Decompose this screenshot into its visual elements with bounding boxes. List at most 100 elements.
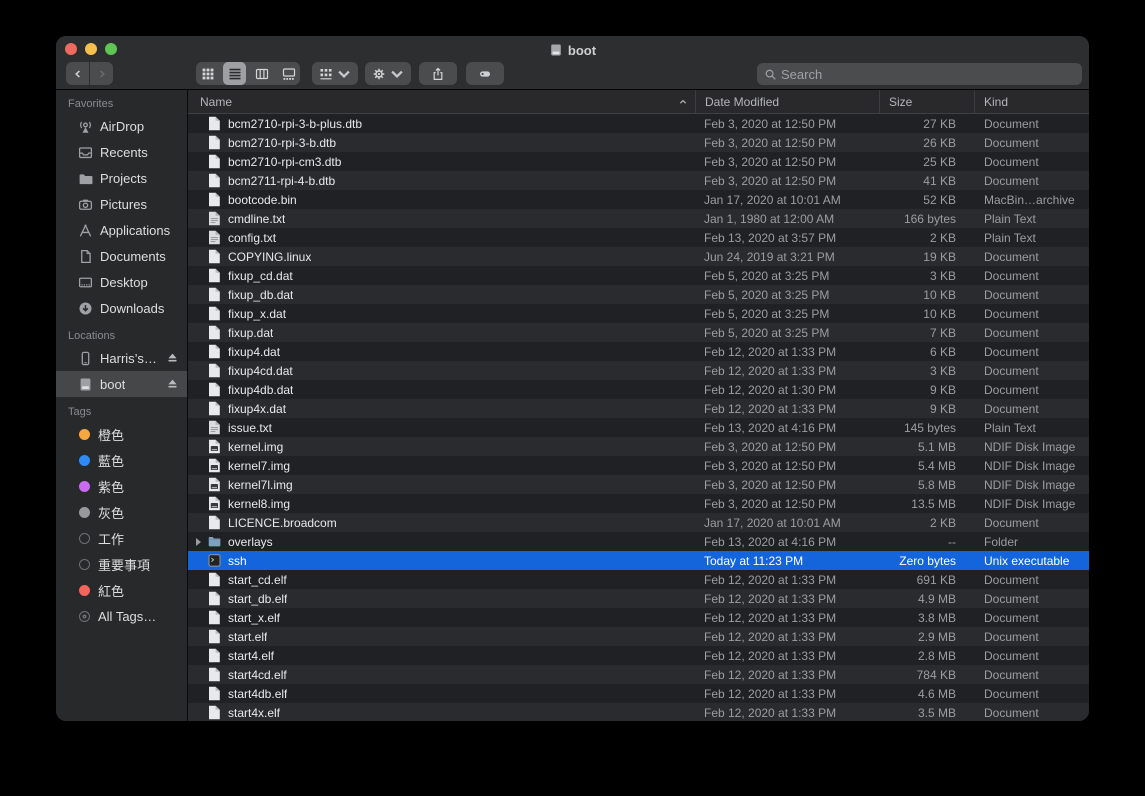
- sidebar-item-tag-orange[interactable]: 橙色: [56, 421, 187, 447]
- column-header-date[interactable]: Date Modified: [695, 90, 879, 113]
- minimize-window-button[interactable]: [85, 43, 97, 55]
- table-row[interactable]: bcm2710-rpi-cm3.dtbFeb 3, 2020 at 12:50 …: [188, 152, 1089, 171]
- table-row[interactable]: fixup_db.datFeb 5, 2020 at 3:25 PM10 KBD…: [188, 285, 1089, 304]
- date-modified-cell: Feb 12, 2020 at 1:33 PM: [695, 706, 879, 720]
- table-row[interactable]: start4x.elfFeb 12, 2020 at 1:33 PM3.5 MB…: [188, 703, 1089, 721]
- sidebar-item-airdrop[interactable]: AirDrop: [56, 113, 187, 139]
- sidebar-item-tag-gray[interactable]: 灰色: [56, 499, 187, 525]
- table-row[interactable]: fixup4db.datFeb 12, 2020 at 1:30 PM9 KBD…: [188, 380, 1089, 399]
- column-view-button[interactable]: [250, 62, 273, 85]
- table-row[interactable]: overlaysFeb 13, 2020 at 4:16 PM--Folder: [188, 532, 1089, 551]
- close-window-button[interactable]: [65, 43, 77, 55]
- table-row[interactable]: cmdline.txtJan 1, 1980 at 12:00 AM166 by…: [188, 209, 1089, 228]
- sidebar-item-tag-important[interactable]: 重要事項: [56, 551, 187, 577]
- forward-button[interactable]: [90, 62, 113, 85]
- table-row[interactable]: config.txtFeb 13, 2020 at 3:57 PM2 KBPla…: [188, 228, 1089, 247]
- table-row[interactable]: kernel.imgFeb 3, 2020 at 12:50 PM5.1 MBN…: [188, 437, 1089, 456]
- document-icon: [208, 591, 221, 606]
- sidebar-item-pictures[interactable]: Pictures: [56, 191, 187, 217]
- table-row[interactable]: start4db.elfFeb 12, 2020 at 1:33 PM4.6 M…: [188, 684, 1089, 703]
- table-row[interactable]: kernel7l.imgFeb 3, 2020 at 12:50 PM5.8 M…: [188, 475, 1089, 494]
- kind-cell: Plain Text: [974, 231, 1089, 245]
- icon-view-button[interactable]: [196, 62, 219, 85]
- kind-cell: Document: [974, 706, 1089, 720]
- toolbar: [56, 62, 1089, 86]
- table-row[interactable]: start4.elfFeb 12, 2020 at 1:33 PM2.8 MBD…: [188, 646, 1089, 665]
- table-row[interactable]: start_x.elfFeb 12, 2020 at 1:33 PM3.8 MB…: [188, 608, 1089, 627]
- table-row[interactable]: kernel7.imgFeb 3, 2020 at 12:50 PM5.4 MB…: [188, 456, 1089, 475]
- share-button[interactable]: [419, 62, 457, 85]
- table-row[interactable]: start_db.elfFeb 12, 2020 at 1:33 PM4.9 M…: [188, 589, 1089, 608]
- sidebar-item-tag-red[interactable]: 紅色: [56, 577, 187, 603]
- search-input[interactable]: [781, 67, 1075, 82]
- tags-button[interactable]: [466, 62, 504, 85]
- table-row[interactable]: fixup4.datFeb 12, 2020 at 1:33 PM6 KBDoc…: [188, 342, 1089, 361]
- sidebar-item-harriss-iphone[interactable]: Harris’s…: [56, 345, 187, 371]
- column-header-name[interactable]: Name: [188, 90, 695, 113]
- sidebar-item-downloads[interactable]: Downloads: [56, 295, 187, 321]
- column-header-kind[interactable]: Kind: [974, 90, 1089, 113]
- file-name: start4cd.elf: [228, 668, 287, 682]
- table-row[interactable]: start_cd.elfFeb 12, 2020 at 1:33 PM691 K…: [188, 570, 1089, 589]
- sidebar-item-documents[interactable]: Documents: [56, 243, 187, 269]
- date-modified-cell: Feb 13, 2020 at 4:16 PM: [695, 421, 879, 435]
- list-view-button[interactable]: [223, 62, 246, 85]
- back-button[interactable]: [66, 62, 89, 85]
- table-row[interactable]: issue.txtFeb 13, 2020 at 4:16 PM145 byte…: [188, 418, 1089, 437]
- name-cell: fixup.dat: [188, 323, 695, 342]
- sidebar-item-recents[interactable]: Recents: [56, 139, 187, 165]
- table-row[interactable]: COPYING.linuxJun 24, 2019 at 3:21 PM19 K…: [188, 247, 1089, 266]
- sidebar-item-boot-volume[interactable]: boot: [56, 371, 187, 397]
- zoom-window-button[interactable]: [105, 43, 117, 55]
- action-button[interactable]: [365, 62, 411, 85]
- size-cell: 145 bytes: [879, 421, 974, 435]
- kind-cell: Document: [974, 269, 1089, 283]
- list-header: Name Date Modified Size Kind: [188, 90, 1089, 114]
- sidebar-item-applications[interactable]: Applications: [56, 217, 187, 243]
- size-cell: 784 KB: [879, 668, 974, 682]
- kind-cell: Document: [974, 592, 1089, 606]
- sidebar-item-desktop[interactable]: Desktop: [56, 269, 187, 295]
- table-row[interactable]: kernel8.imgFeb 3, 2020 at 12:50 PM13.5 M…: [188, 494, 1089, 513]
- sidebar-item-tag-purple[interactable]: 紫色: [56, 473, 187, 499]
- sidebar-item-label: AirDrop: [100, 119, 144, 134]
- table-row[interactable]: bcm2710-rpi-3-b.dtbFeb 3, 2020 at 12:50 …: [188, 133, 1089, 152]
- eject-icon[interactable]: [166, 377, 179, 390]
- table-row[interactable]: bootcode.binJan 17, 2020 at 10:01 AM52 K…: [188, 190, 1089, 209]
- disclosure-triangle-icon[interactable]: [196, 538, 208, 546]
- gallery-view-button[interactable]: [277, 62, 300, 85]
- size-cell: 9 KB: [879, 402, 974, 416]
- date-modified-cell: Feb 12, 2020 at 1:33 PM: [695, 592, 879, 606]
- table-row[interactable]: sshToday at 11:23 PMZero bytesUnix execu…: [188, 551, 1089, 570]
- table-row[interactable]: LICENCE.broadcomJan 17, 2020 at 10:01 AM…: [188, 513, 1089, 532]
- sidebar-item-tag-work[interactable]: 工作: [56, 525, 187, 551]
- column-header-size[interactable]: Size: [879, 90, 974, 113]
- sidebar-item-all-tags[interactable]: All Tags…: [56, 603, 187, 629]
- table-row[interactable]: start4cd.elfFeb 12, 2020 at 1:33 PM784 K…: [188, 665, 1089, 684]
- group-button[interactable]: [312, 62, 358, 85]
- document-icon: [208, 325, 221, 340]
- file-name: bcm2710-rpi-cm3.dtb: [228, 155, 341, 169]
- table-row[interactable]: bcm2711-rpi-4-b.dtbFeb 3, 2020 at 12:50 …: [188, 171, 1089, 190]
- eject-icon[interactable]: [166, 351, 179, 364]
- file-rows: bcm2710-rpi-3-b-plus.dtbFeb 3, 2020 at 1…: [188, 114, 1089, 721]
- file-name: start4db.elf: [228, 687, 287, 701]
- sidebar-item-label: 紫色: [98, 477, 124, 496]
- date-modified-cell: Jun 24, 2019 at 3:21 PM: [695, 250, 879, 264]
- table-row[interactable]: fixup4cd.datFeb 12, 2020 at 1:33 PM3 KBD…: [188, 361, 1089, 380]
- date-modified-cell: Feb 12, 2020 at 1:33 PM: [695, 630, 879, 644]
- table-row[interactable]: bcm2710-rpi-3-b-plus.dtbFeb 3, 2020 at 1…: [188, 114, 1089, 133]
- sidebar-item-tag-blue[interactable]: 藍色: [56, 447, 187, 473]
- volume-icon: [549, 43, 563, 57]
- table-row[interactable]: fixup_x.datFeb 5, 2020 at 3:25 PM10 KBDo…: [188, 304, 1089, 323]
- document-icon: [208, 667, 221, 682]
- table-row[interactable]: fixup_cd.datFeb 5, 2020 at 3:25 PM3 KBDo…: [188, 266, 1089, 285]
- sidebar-item-projects[interactable]: Projects: [56, 165, 187, 191]
- table-row[interactable]: fixup.datFeb 5, 2020 at 3:25 PM7 KBDocum…: [188, 323, 1089, 342]
- size-cell: 6 KB: [879, 345, 974, 359]
- table-row[interactable]: fixup4x.datFeb 12, 2020 at 1:33 PM9 KBDo…: [188, 399, 1089, 418]
- search-field[interactable]: [757, 63, 1082, 85]
- size-cell: 52 KB: [879, 193, 974, 207]
- document-icon: [208, 610, 221, 625]
- table-row[interactable]: start.elfFeb 12, 2020 at 1:33 PM2.9 MBDo…: [188, 627, 1089, 646]
